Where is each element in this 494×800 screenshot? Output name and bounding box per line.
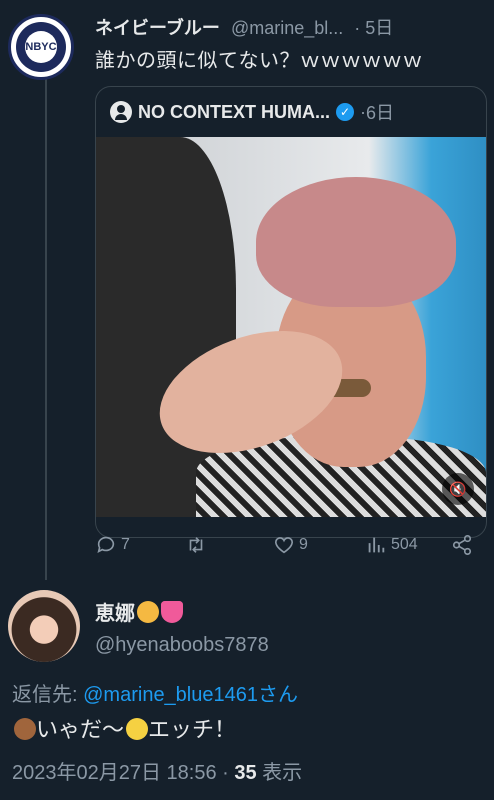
screaming-face-emoji-icon xyxy=(126,718,149,740)
author-avatar[interactable]: NBYC xyxy=(8,14,74,80)
reply-text: いゃだ〜 エッチ！ xyxy=(12,712,236,744)
sparkling-heart-emoji-icon xyxy=(161,601,183,623)
author-display-name[interactable]: ネイビーブルー xyxy=(95,18,220,38)
reply-text-part1: いゃだ〜 xyxy=(36,717,125,742)
view-count: 504 xyxy=(391,536,418,553)
quoted-tweet-header: NO CONTEXT HUMA... ✓ · 6日 xyxy=(110,99,394,125)
mute-icon[interactable]: 🔇 xyxy=(442,473,474,505)
share-button[interactable] xyxy=(451,534,477,556)
tweet-header: ネイビーブルー @marine_bl... · 5日 xyxy=(95,14,485,40)
tweet-time[interactable]: 5日 xyxy=(365,18,393,38)
avatar-logo-text: NBYC xyxy=(25,41,57,53)
reply-text-part2: エッチ！ xyxy=(148,717,237,742)
reply-to-label: 返信先: xyxy=(12,684,84,706)
quoted-tweet-card[interactable]: NO CONTEXT HUMA... ✓ · 6日 🔇 xyxy=(95,86,487,538)
heart-icon xyxy=(274,537,294,554)
default-avatar-icon xyxy=(110,101,132,123)
like-button[interactable]: 9 xyxy=(273,534,308,556)
reply-to-link[interactable]: @marine_blue1461さん xyxy=(83,684,298,706)
reply-icon xyxy=(97,536,115,553)
quoted-tweet-time: 6日 xyxy=(366,103,395,123)
quoted-author-name: NO CONTEXT HUMA... xyxy=(138,101,330,122)
like-count: 9 xyxy=(299,536,308,553)
reply-author-avatar[interactable] xyxy=(8,590,80,662)
views-button[interactable]: 504 xyxy=(365,534,418,556)
views-icon xyxy=(368,537,385,553)
cat-emoji-icon xyxy=(137,601,159,623)
reply-author-display-name[interactable]: 恵娜 xyxy=(95,603,135,625)
thread-connector-line xyxy=(45,72,47,580)
separator-dot: · xyxy=(354,18,361,38)
verified-badge-icon: ✓ xyxy=(336,103,354,121)
see-no-evil-monkey-emoji-icon xyxy=(14,718,36,740)
video-prosthetic-head xyxy=(256,177,456,307)
reply-to-line: 返信先: @marine_blue1461さん xyxy=(12,678,298,707)
reply-author-handle[interactable]: @hyenaboobs7878 xyxy=(95,634,269,657)
author-handle[interactable]: @marine_bl... xyxy=(231,18,343,38)
video-player[interactable]: 🔇 xyxy=(96,137,486,517)
reply-view-label: 表示 xyxy=(256,762,303,784)
reply-timestamp[interactable]: 2023年02月27日 18:56 · xyxy=(12,762,234,784)
reply-count: 7 xyxy=(121,536,130,553)
share-icon xyxy=(452,535,472,555)
reply-view-count: 35 xyxy=(234,762,257,784)
tweet-text: 誰かの頭に似てない？ｗｗｗｗｗｗ xyxy=(95,50,423,72)
retweet-icon xyxy=(189,537,203,553)
reply-meta: 2023年02月27日 18:56 · 35 表示 xyxy=(12,756,302,785)
reply-button[interactable]: 7 xyxy=(95,534,130,556)
tweet-action-bar: 7 9 504 xyxy=(95,534,487,560)
retweet-button[interactable] xyxy=(185,534,211,556)
reply-author-name-row: 恵娜 xyxy=(95,597,183,626)
